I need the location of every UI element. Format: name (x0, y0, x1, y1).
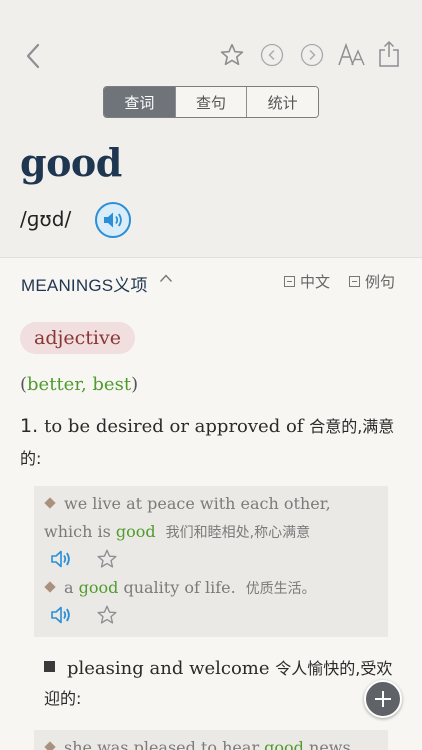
example-sentence: she was pleased to hear good news (44, 734, 374, 750)
examples-box: we live at peace with each other, which … (34, 486, 388, 637)
example-chinese: 优质生活。 (245, 581, 316, 597)
add-floating-button[interactable] (364, 680, 402, 718)
plus-icon (375, 691, 391, 707)
word-header: 查词 查句 统计 good /ɡʊd/ (0, 0, 422, 258)
toggle-chinese[interactable]: 中文 (284, 271, 330, 292)
sense-number: 1. (20, 415, 39, 437)
favorite-button[interactable] (217, 40, 247, 70)
font-size-button[interactable] (336, 40, 368, 70)
search-mode-segmented-control: 查词 查句 统计 (103, 86, 319, 118)
sub-sense: pleasing and welcome 令人愉快的,受欢迎的: (44, 654, 394, 714)
speaker-icon (104, 212, 122, 228)
prev-circle-icon (260, 43, 284, 67)
tab-lookup-sentence[interactable]: 查句 (175, 87, 248, 117)
diamond-bullet-icon (44, 741, 56, 750)
part-of-speech-badge: adjective (20, 322, 135, 354)
square-bullet-icon (44, 661, 55, 672)
headword: good (20, 140, 122, 185)
toggle-chinese-label: 中文 (300, 273, 331, 291)
tab-lookup-word[interactable]: 查词 (104, 87, 176, 117)
comparative-form[interactable]: better (27, 374, 81, 395)
example-highlight[interactable]: good (264, 738, 304, 750)
superlative-form[interactable]: best (92, 374, 131, 395)
back-button[interactable] (18, 38, 48, 74)
sense-definition: to be desired or approved of (44, 416, 304, 437)
example-actions (50, 548, 118, 570)
inflected-forms: (better, best) (20, 374, 138, 395)
example-actions (50, 604, 118, 626)
star-icon[interactable] (96, 548, 118, 570)
example-sentence: a good quality of life. 优质生活。 (44, 574, 374, 603)
speaker-icon[interactable] (50, 549, 74, 569)
collapse-box-icon (284, 276, 295, 287)
previous-word-button[interactable] (259, 42, 285, 68)
meanings-title[interactable]: MEANINGS义项 (21, 271, 148, 296)
tab-statistics[interactable]: 统计 (247, 87, 318, 117)
star-icon[interactable] (96, 604, 118, 626)
example-highlight[interactable]: good (116, 522, 156, 541)
phonetic-transcription: /ɡʊd/ (20, 207, 72, 231)
next-circle-icon (300, 43, 324, 67)
example-sentence: we live at peace with each other, which … (44, 490, 374, 547)
back-chevron-icon (26, 43, 40, 69)
examples-box: she was pleased to hear good news (34, 730, 388, 750)
collapse-box-icon (349, 276, 360, 287)
toggle-examples-label: 例句 (365, 273, 396, 291)
forms-open-paren: ( (20, 374, 28, 395)
pronounce-button[interactable] (95, 202, 131, 238)
forms-separator: , (80, 374, 93, 395)
next-word-button[interactable] (299, 42, 325, 68)
share-icon (379, 40, 399, 67)
diamond-bullet-icon (44, 581, 56, 593)
sub-sense-definition: pleasing and welcome (67, 658, 270, 679)
speaker-icon[interactable] (50, 605, 74, 625)
font-size-icon (338, 42, 365, 66)
example-highlight[interactable]: good (79, 578, 119, 597)
share-button[interactable] (374, 38, 404, 70)
diamond-bullet-icon (44, 497, 56, 509)
meanings-section-header: MEANINGS义项 中文 例句 (0, 258, 422, 304)
toggle-examples[interactable]: 例句 (349, 271, 395, 292)
example-chinese: 我们和睦相处,称心满意 (165, 525, 311, 541)
caret-up-icon[interactable] (159, 273, 173, 283)
forms-close-paren: ) (131, 374, 139, 395)
sense-1: 1. to be desired or approved of 合意的,满意的: (20, 410, 400, 475)
star-icon (220, 43, 244, 66)
